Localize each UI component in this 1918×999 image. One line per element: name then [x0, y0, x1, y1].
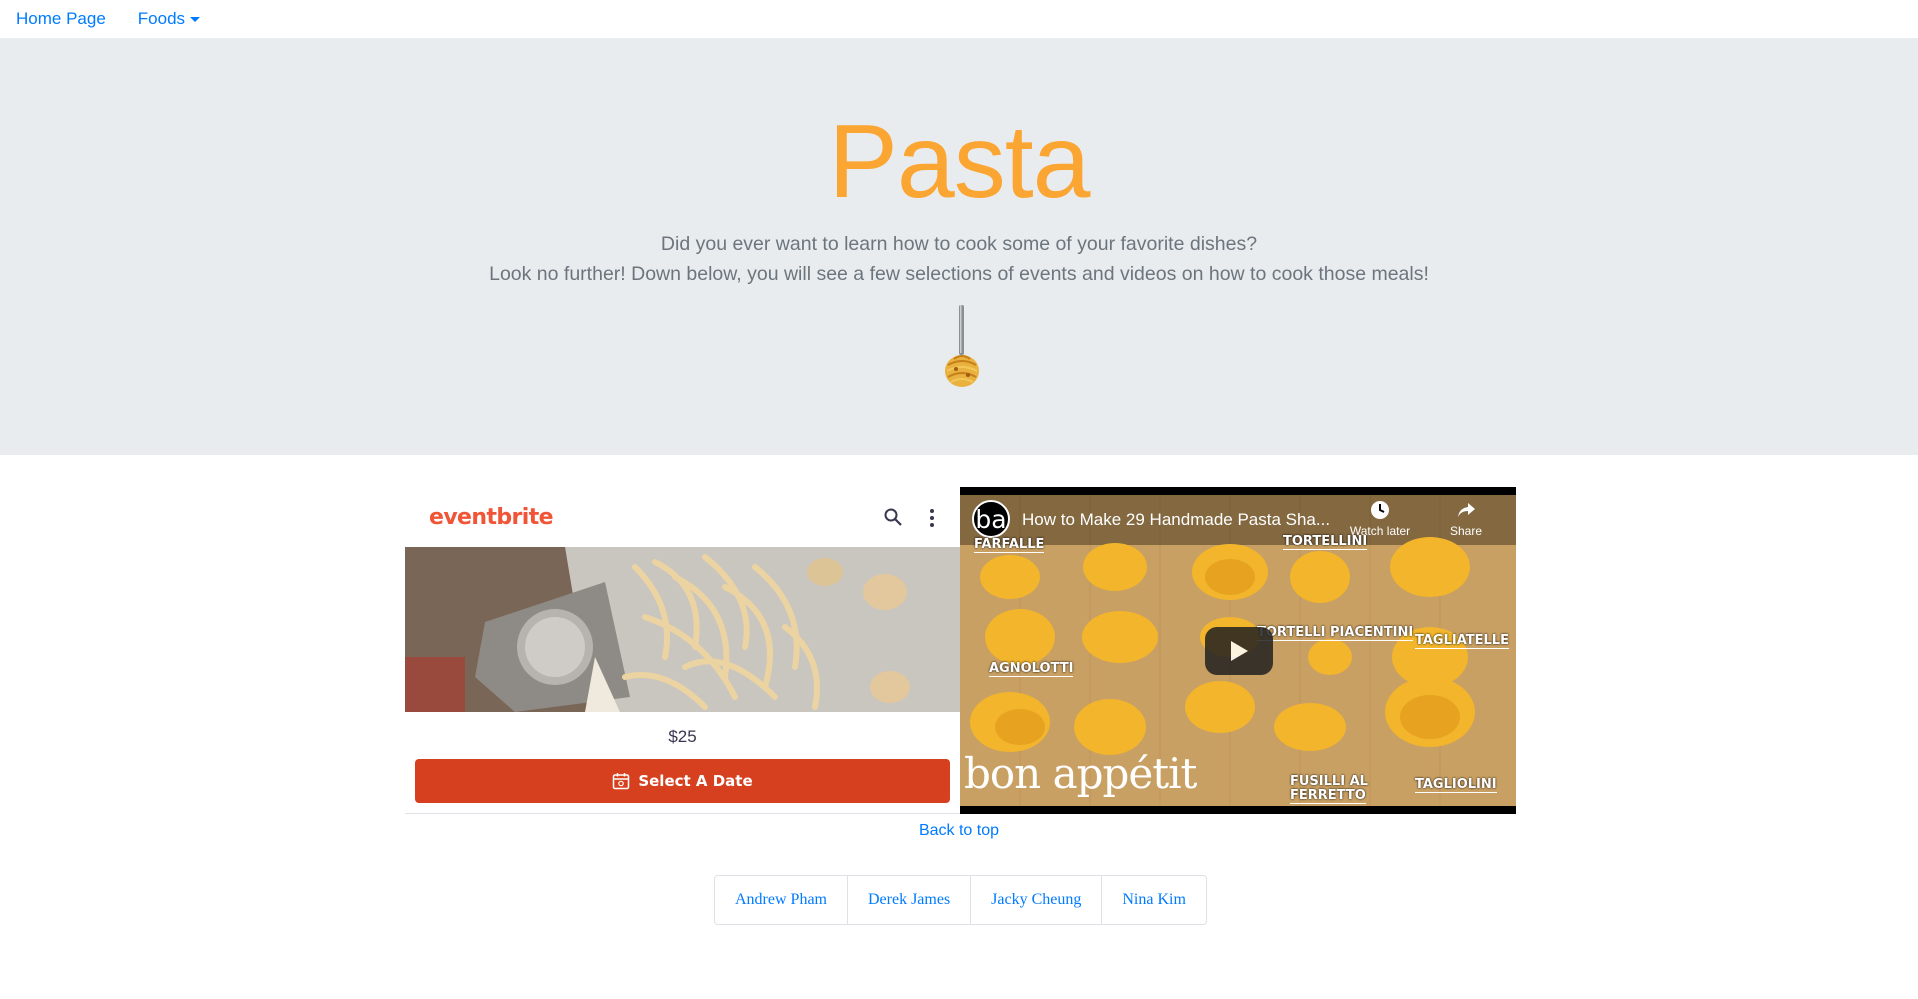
nav-foods-label: Foods [137, 9, 186, 28]
fork-spaghetti-icon [945, 305, 979, 387]
hero-lead-line-1: Did you ever want to learn how to cook s… [660, 233, 1258, 255]
hero-jumbotron: Pasta Did you ever want to learn how to … [0, 38, 1918, 455]
authors-pagination: Andrew Pham Derek James Jacky Cheung Nin… [714, 875, 1207, 925]
author-link[interactable]: Derek James [848, 876, 972, 924]
nav-home-label: Home Page [16, 9, 106, 28]
more-vertical-icon[interactable] [927, 507, 937, 529]
back-to-top-link[interactable]: Back to top [0, 822, 1918, 840]
author-link[interactable]: Nina Kim [1102, 876, 1206, 924]
nav-home-link[interactable]: Home Page [16, 9, 106, 29]
bon-appetit-watermark: bon appétit [964, 749, 1197, 798]
pasta-label: AGNOLOTTI [989, 661, 1074, 677]
top-navbar: Home Page Foods [0, 0, 1918, 38]
pasta-label: TORTELLI PIACENTINI [1257, 625, 1414, 641]
eventbrite-logo: eventbrite [429, 505, 554, 530]
page-title: Pasta [828, 104, 1091, 220]
pasta-label: TAGLIATELLE [1415, 633, 1509, 649]
fresh-pasta-photo [405, 547, 960, 712]
pasta-label: FUSILLI AL [1290, 774, 1368, 789]
pasta-label: TORTELLINI [1283, 534, 1368, 550]
select-date-label: Select A Date [638, 772, 753, 790]
clock-icon [1371, 501, 1389, 519]
watch-later-button[interactable]: Watch later [1345, 499, 1415, 538]
eventbrite-widget: eventbrite $25 Select A Date [405, 487, 960, 814]
author-link[interactable]: Jacky Cheung [971, 876, 1103, 924]
pasta-label: TAGLIOLINI [1415, 777, 1497, 793]
pasta-label: FARFALLE [974, 537, 1045, 553]
pasta-label: FERRETTO [1290, 788, 1366, 804]
calendar-icon [613, 773, 630, 790]
play-icon [1231, 641, 1248, 661]
share-button[interactable]: Share [1431, 499, 1501, 538]
youtube-video-embed[interactable]: ba How to Make 29 Handmade Pasta Sha... … [960, 487, 1516, 814]
share-arrow-icon [1458, 503, 1475, 517]
share-label: Share [1449, 524, 1483, 538]
play-button[interactable] [1205, 627, 1273, 675]
video-title[interactable]: How to Make 29 Handmade Pasta Sha... [1022, 510, 1330, 530]
nav-foods-dropdown[interactable]: Foods [137, 9, 201, 29]
channel-avatar[interactable]: ba [972, 500, 1010, 538]
caret-down-icon [190, 16, 201, 22]
select-date-button[interactable]: Select A Date [415, 759, 950, 803]
hero-lead-line-2: Look no further! Down below, you will se… [489, 263, 1429, 285]
event-price: $25 [668, 727, 697, 746]
eventbrite-header: eventbrite [405, 487, 960, 547]
search-icon[interactable] [883, 507, 903, 527]
author-link[interactable]: Andrew Pham [715, 876, 848, 924]
